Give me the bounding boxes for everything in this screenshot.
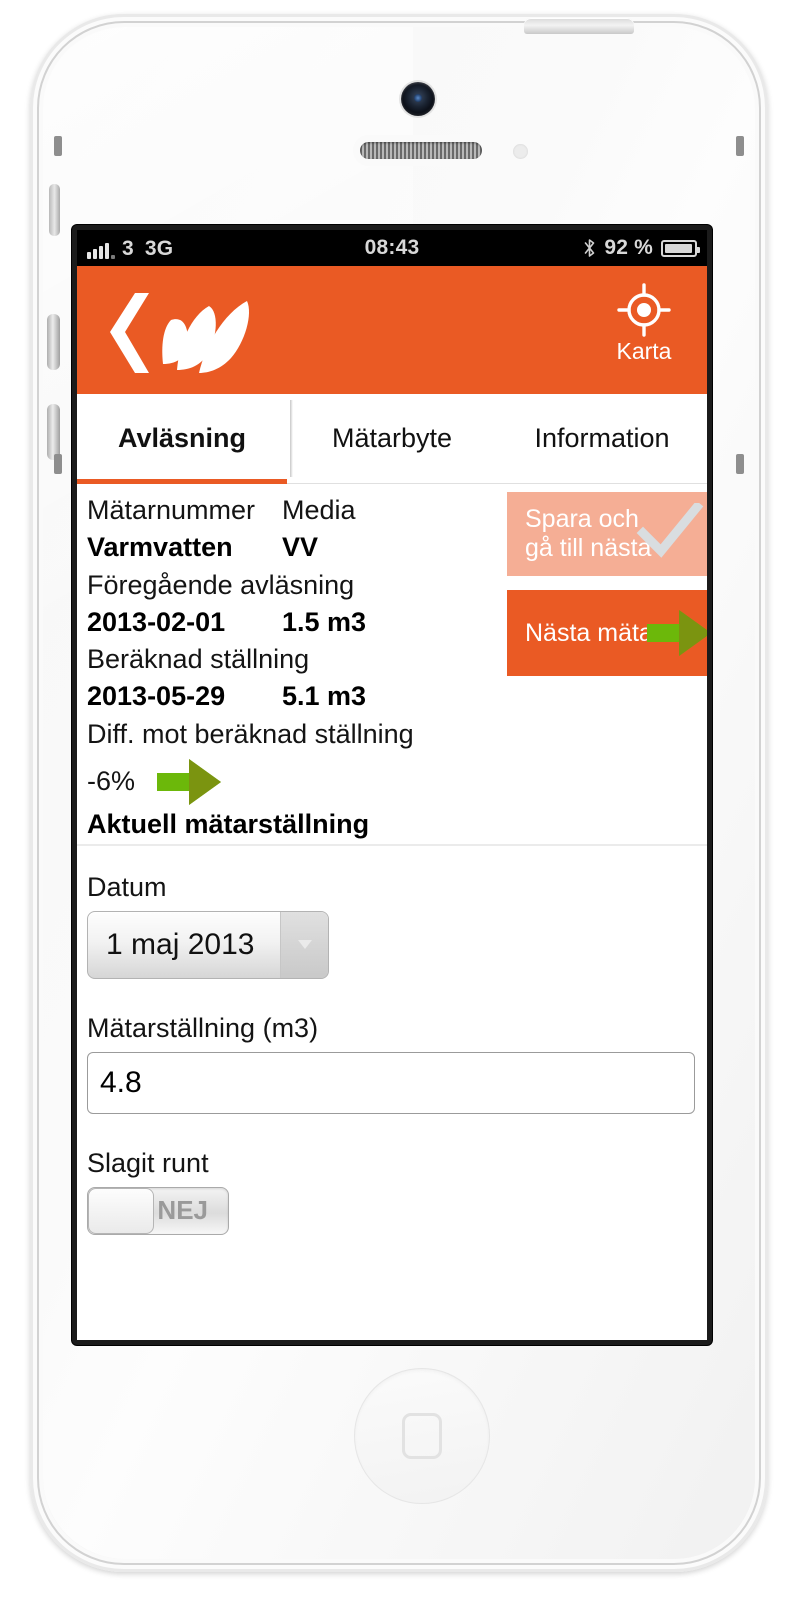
home-button-square-glyph (402, 1413, 442, 1459)
battery-icon (661, 239, 700, 257)
tab-matarbyte-label: Mätarbyte (331, 423, 453, 453)
location-target-icon (617, 283, 671, 337)
date-field-label: Datum (87, 871, 167, 902)
tab-matarbyte[interactable]: Mätarbyte (287, 394, 497, 483)
map-button-label: Karta (616, 338, 672, 364)
diff-row: -6% (87, 758, 699, 805)
date-select-value: 1 maj 2013 (106, 927, 255, 961)
save-and-next-button[interactable]: Spara och gå till nästa (507, 492, 707, 576)
reading-field-label: Mätarställning (m3) (87, 1012, 319, 1043)
tab-information[interactable]: Information (497, 394, 707, 483)
estimated-reading-value: 5.1 m3 (282, 681, 367, 712)
meter-number-value: Varmvatten (87, 532, 233, 563)
rollover-field-label: Slagit runt (87, 1147, 209, 1178)
tab-information-label: Information (534, 423, 670, 453)
green-arrow-right-icon (647, 610, 707, 656)
phone-screen: 3 3G 08:43 92 % Karta Avläsning Mätarbyt… (72, 225, 712, 1345)
bluetooth-icon (585, 239, 595, 257)
tab-avlasning-label: Avläsning (117, 423, 247, 453)
diff-label: Diff. mot beräknad ställning (87, 718, 414, 749)
rollover-toggle-knob (88, 1187, 154, 1234)
signal-bars-icon (87, 242, 115, 259)
front-camera-icon (401, 82, 435, 116)
tab-bar: Avläsning Mätarbyte Information (77, 394, 707, 484)
green-arrow-right-icon (157, 758, 222, 805)
main-content: Spara och gå till nästa Nästa mätare Mät… (77, 484, 707, 1235)
action-button-group: Spara och gå till nästa Nästa mätare (507, 492, 707, 676)
media-value: VV (282, 532, 319, 563)
status-bar: 3 3G 08:43 92 % (77, 230, 707, 266)
estimated-reading-row: 2013-05-29 5.1 m3 (87, 678, 699, 715)
chevron-down-icon (280, 911, 328, 978)
checkmark-icon (636, 503, 704, 558)
tab-avlasning[interactable]: Avläsning (77, 394, 287, 484)
status-bar-left: 3 3G (87, 238, 173, 259)
proximity-sensor-icon (513, 144, 528, 159)
network-type-label: 3G (144, 236, 174, 260)
antenna-band-left-bottom (54, 454, 62, 474)
antenna-band-right-top (736, 136, 744, 156)
estimated-reading-date: 2013-05-29 (87, 681, 226, 712)
previous-reading-value: 1.5 m3 (282, 606, 367, 637)
antenna-band-right-bottom (736, 454, 744, 474)
power-button-icon[interactable] (524, 18, 634, 34)
rollover-toggle-state: NEJ (157, 1195, 208, 1226)
map-button[interactable]: Karta (597, 282, 691, 363)
reading-input[interactable] (87, 1051, 695, 1114)
app-header: Karta (77, 266, 707, 394)
meter-number-label: Mätarnummer (87, 495, 256, 525)
previous-reading-date: 2013-02-01 (87, 606, 226, 637)
home-button-icon[interactable] (354, 1368, 490, 1504)
earpiece-speaker-icon (360, 142, 482, 159)
diff-value: -6% (87, 766, 136, 797)
date-select[interactable]: 1 maj 2013 (87, 910, 329, 979)
media-label: Media (282, 495, 356, 525)
battery-percent-label: 92 % (604, 236, 653, 259)
screenshot-stage: 3 3G 08:43 92 % Karta Avläsning Mätarbyt… (0, 0, 798, 1602)
reading-form: Datum 1 maj 2013 Mätarställning (m3) Sla… (77, 846, 707, 1235)
antenna-band-left-top (54, 136, 62, 156)
volume-up-button-icon[interactable] (47, 314, 60, 370)
company-logo-icon (110, 293, 250, 373)
current-reading-title: Aktuell mätarställning (87, 808, 370, 839)
status-bar-right: 92 % (583, 236, 700, 260)
mute-switch-icon[interactable] (49, 184, 60, 236)
carrier-label: 3 (122, 236, 134, 260)
rollover-toggle[interactable]: NEJ (87, 1186, 229, 1235)
next-meter-button[interactable]: Nästa mätare (507, 590, 707, 676)
volume-down-button-icon[interactable] (47, 404, 60, 460)
